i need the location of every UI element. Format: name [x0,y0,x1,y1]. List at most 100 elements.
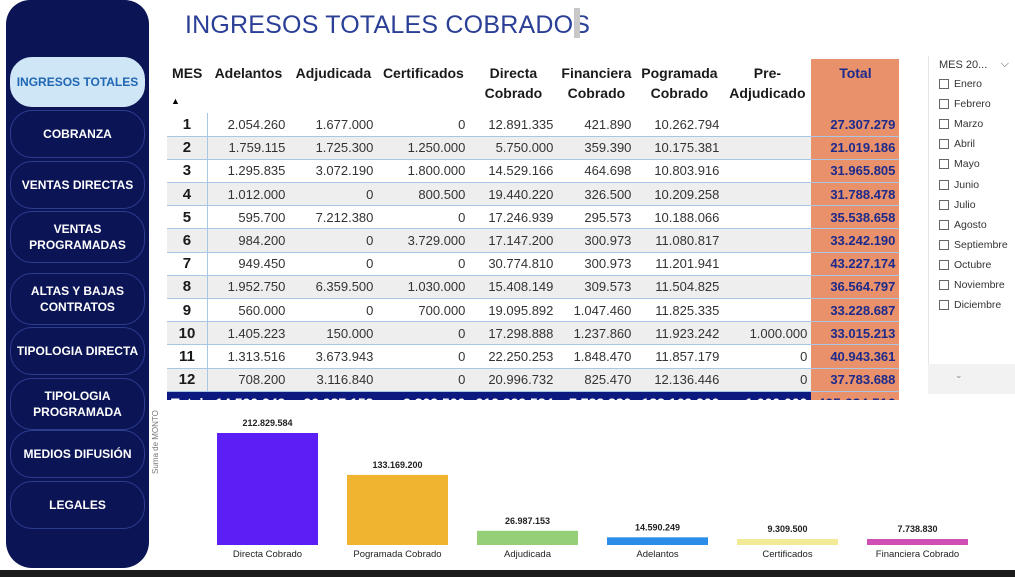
bar-directa-cobrado[interactable] [217,433,318,545]
value-cell [723,182,812,207]
value-cell: 0 [289,252,378,276]
nav-tipologia-directa[interactable]: TIPOLOGIA DIRECTA [10,327,145,375]
value-cell: 14.529.166 [469,159,558,184]
total-cell: 36.564.797 [811,275,900,300]
value-cell: 309.573 [557,275,636,300]
value-cell: 19.095.892 [469,298,558,323]
value-cell: 0 [289,298,378,323]
month-slicer: MES 20... ⌵ Enero Febrero Marzo Abril Mayo Ju… [928,56,1015,364]
slicer-item-abril[interactable]: Abril [939,138,975,150]
checkbox[interactable] [939,119,949,130]
col-header-mes[interactable]: MES ▲ [167,59,207,113]
checkbox[interactable] [939,259,949,270]
scroll-down-icon[interactable]: ⌄ [955,370,963,381]
value-cell [723,228,812,253]
table-row[interactable]: 8 1.952.750 6.359.500 1.030.000 15.408.149 30… [167,275,900,300]
checkbox[interactable] [939,219,949,230]
col-header-adjudicada[interactable]: Adjudicada [289,59,377,113]
total-cell: 21.019.186 [811,136,900,160]
nav-cobranza[interactable]: COBRANZA [10,110,145,158]
table-row[interactable]: 1 2.054.260 1.677.000 0 12.891.335 421.890 10.… [167,113,900,137]
value-cell: 825.470 [557,368,636,392]
col-header-directa-cobrado[interactable]: Directa Cobrado [469,59,557,113]
slicer-item-noviembre[interactable]: Noviembre [939,279,1005,291]
value-cell: 421.890 [557,113,636,137]
table-row[interactable]: 2 1.759.115 1.725.300 1.250.000 5.750.000 359… [167,136,900,160]
checkbox[interactable] [939,99,949,110]
x-axis-category-label: Adelantos [636,549,679,560]
slicer-header[interactable]: MES 20... [939,59,987,71]
value-cell: 0 [377,113,470,137]
value-cell [723,298,812,323]
value-cell: 11.825.335 [635,298,724,323]
table-row[interactable]: 12 708.200 3.116.840 0 20.996.732 825.470 12.1… [167,368,900,392]
nav-ingresos-totales[interactable]: INGRESOS TOTALES [10,57,145,107]
col-header-adelantos[interactable]: Adelantos [207,59,289,113]
slicer-item-septiembre[interactable]: Septiembre [939,239,1008,251]
value-cell: 0 [723,344,812,369]
table-row[interactable]: 7 949.450 0 0 30.774.810 300.973 11.201.941 43.… [167,252,900,276]
bar-adelantos[interactable] [607,537,708,545]
table-row[interactable]: 3 1.295.835 3.072.190 1.800.000 14.529.166 46… [167,159,900,184]
value-cell: 150.000 [289,321,378,346]
col-header-total[interactable]: Total [811,59,900,113]
value-cell: 560.000 [207,298,290,323]
nav-ventas-directas[interactable]: VENTAS DIRECTAS [10,161,145,209]
bar-certificados[interactable] [737,539,838,545]
mes-cell: 1 [167,113,208,137]
nav-altas-bajas-contratos[interactable]: ALTAS Y BAJAS CONTRATOS [10,273,145,325]
checkbox[interactable] [939,139,949,150]
value-cell: 11.857.179 [635,344,724,369]
total-cell: 37.783.688 [811,368,900,392]
checkbox[interactable] [939,300,949,311]
table-row[interactable]: 4 1.012.000 0 800.500 19.440.220 326.500 10.20… [167,182,900,207]
value-cell: 11.923.242 [635,321,724,346]
value-cell: 295.573 [557,205,636,230]
value-cell: 5.750.000 [469,136,558,160]
table-row[interactable]: 10 1.405.223 150.000 0 17.298.888 1.237.860 11… [167,321,900,346]
col-header-certificados[interactable]: Certificados [377,59,469,113]
slicer-item-enero[interactable]: Enero [939,78,982,90]
slicer-item-label: Diciembre [954,299,1002,312]
bar-value-label: 212.829.584 [242,418,292,428]
checkbox[interactable] [939,179,949,190]
nav-medios-difusion[interactable]: MEDIOS DIFUSIÓN [10,430,145,478]
chevron-down-icon[interactable]: ⌵ [1001,58,1009,71]
slicer-item-label: Noviembre [954,279,1005,291]
sort-ascending-icon[interactable]: ▲ [171,91,180,111]
slicer-item-mayo[interactable]: Mayo [939,158,980,170]
checkbox[interactable] [939,199,949,210]
value-cell: 1.952.750 [207,275,290,300]
bar-adjudicada[interactable] [477,530,578,545]
value-cell: 3.116.840 [289,368,378,392]
slicer-item-marzo[interactable]: Marzo [939,118,983,130]
table-row[interactable]: 9 560.000 0 700.000 19.095.892 1.047.460 11.82… [167,298,900,323]
checkbox[interactable] [939,280,949,290]
col-header-financiera-cobrado[interactable]: Financiera Cobrado [557,59,635,113]
slicer-item-octubre[interactable]: Octubre [939,259,991,271]
slicer-item-diciembre[interactable]: Diciembre [939,299,1001,311]
nav-legales[interactable]: LEGALES [10,481,145,529]
slicer-item-label: Octubre [954,258,992,271]
table-row[interactable]: 5 595.700 7.212.380 0 17.246.939 295.573 10.18… [167,205,900,230]
checkbox[interactable] [939,239,949,250]
slicer-item-junio[interactable]: Junio [939,179,979,191]
bar-financiera-cobrado[interactable] [867,539,968,545]
bar-pogramada-cobrado[interactable] [347,474,448,545]
slicer-item-label: Septiembre [954,238,1008,251]
value-cell: 3.072.190 [289,159,378,184]
table-row[interactable]: 6 984.200 0 3.729.000 17.147.200 300.973 11.08… [167,228,900,253]
table-row[interactable]: 11 1.313.516 3.673.943 0 22.250.253 1.848.470… [167,344,900,369]
value-cell: 11.080.817 [635,228,724,253]
slicer-item-febrero[interactable]: Febrero [939,98,991,110]
slicer-item-agosto[interactable]: Agosto [939,219,987,231]
nav-ventas-programadas[interactable]: VENTAS PROGRAMADAS [10,211,145,263]
col-header-pre-adjudicado[interactable]: Pre- Adjudicado [723,59,811,113]
nav-tipologia-programada[interactable]: TIPOLOGIA PROGRAMADA [10,378,145,430]
value-cell: 300.973 [557,252,636,276]
total-cell: 31.788.478 [811,182,900,207]
slicer-item-julio[interactable]: Julio [939,199,976,211]
col-header-pogramada-cobrado[interactable]: Pogramada Cobrado [635,59,723,113]
checkbox[interactable] [939,159,949,170]
checkbox[interactable] [939,79,949,89]
